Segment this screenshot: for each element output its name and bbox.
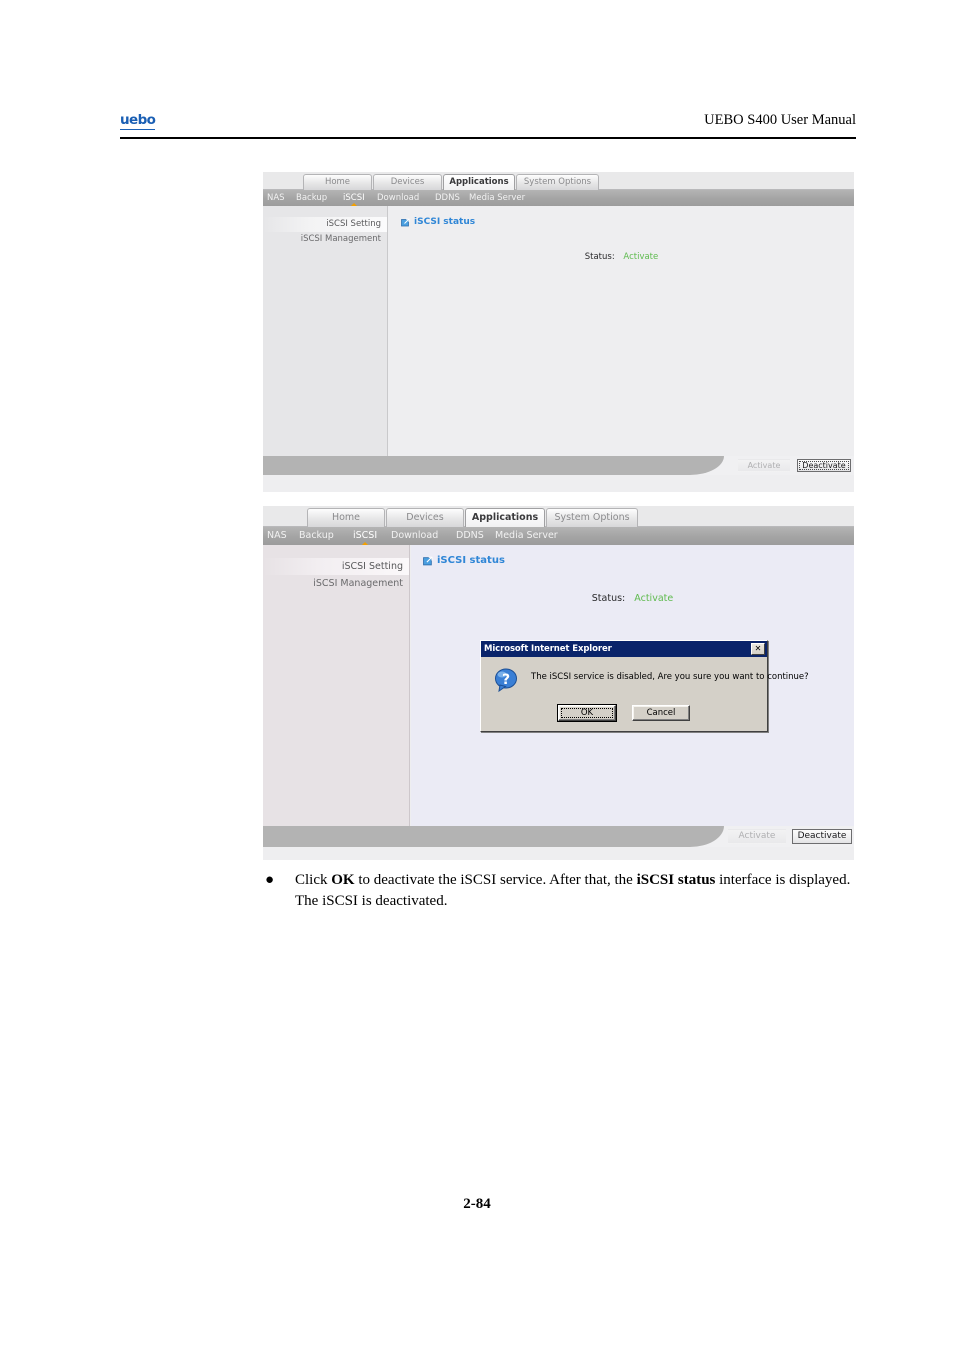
text-bold-ok: OK	[331, 872, 355, 888]
subnav-item-ddns[interactable]: DDNS	[435, 190, 460, 206]
footer-swoosh-decoration	[263, 826, 724, 847]
tab-home[interactable]: Home	[307, 508, 385, 527]
text-part-2: to deactivate the iSCSI service. After t…	[354, 872, 637, 888]
activate-button[interactable]: Activate	[738, 459, 790, 472]
shortcut-link-icon	[423, 551, 433, 570]
subnav-item-iscsi[interactable]: iSCSI	[343, 190, 365, 206]
bottom-subnav: NAS Backup iSCSI Download DDNS Media Ser…	[263, 527, 854, 545]
tab-applications[interactable]: Applications	[443, 174, 515, 190]
subnav-item-backup[interactable]: Backup	[296, 190, 327, 206]
footer-swoosh-decoration	[263, 456, 724, 475]
dialog-button-row: OK Cancel	[481, 701, 767, 731]
bottom-tabstrip: Home Devices Applications System Options	[263, 506, 854, 527]
sidebar-item-iscsi-setting[interactable]: iSCSI Setting	[263, 217, 387, 232]
content-title-text: iSCSI status	[414, 216, 476, 227]
subnav-item-iscsi[interactable]: iSCSI	[353, 527, 377, 545]
subnav-item-nas[interactable]: NAS	[267, 190, 285, 206]
top-content-heading: iSCSI status	[401, 212, 475, 231]
question-mark-icon: ?	[493, 667, 519, 697]
instruction-bullet: ● Click OK to deactivate the iSCSI servi…	[265, 870, 855, 912]
sidebar-item-iscsi-management[interactable]: iSCSI Management	[263, 575, 409, 592]
bottom-content-heading: iSCSI status	[423, 551, 505, 570]
dialog-ok-button[interactable]: OK	[557, 704, 617, 722]
subnav-item-backup[interactable]: Backup	[299, 527, 334, 545]
top-content-pane: iSCSI status Status: Activate	[389, 206, 854, 456]
bottom-footer: Activate Deactivate	[263, 826, 854, 847]
subnav-item-media-server[interactable]: Media Server	[495, 527, 558, 545]
ie-confirm-dialog: Microsoft Internet Explorer ✕ ? The iSCS…	[480, 640, 809, 732]
deactivate-button[interactable]: Deactivate	[797, 459, 851, 472]
top-footer: Activate Deactivate	[263, 456, 854, 475]
deactivate-button[interactable]: Deactivate	[792, 829, 852, 844]
top-sidebar: iSCSI Setting iSCSI Management	[263, 206, 388, 456]
tab-devices[interactable]: Devices	[386, 508, 464, 527]
tab-system-options[interactable]: System Options	[546, 508, 638, 527]
tab-devices[interactable]: Devices	[373, 174, 442, 190]
tab-applications[interactable]: Applications	[465, 508, 545, 527]
text-part-1: Click	[295, 872, 332, 888]
tab-home[interactable]: Home	[303, 174, 372, 190]
svg-text:?: ?	[502, 672, 510, 688]
bottom-status-row: Status: Activate	[411, 593, 854, 604]
close-icon[interactable]: ✕	[751, 643, 765, 655]
manual-title: UEBO S400 User Manual	[704, 112, 856, 128]
shortcut-link-icon	[401, 212, 410, 231]
top-body: iSCSI Setting iSCSI Management iSCSI sta…	[263, 206, 854, 456]
content-title-text: iSCSI status	[437, 555, 505, 566]
status-value: Activate	[623, 252, 659, 262]
tab-system-options[interactable]: System Options	[516, 174, 599, 190]
bullet-glyph: ●	[265, 872, 275, 888]
top-subnav: NAS Backup iSCSI Download DDNS Media Ser…	[263, 190, 854, 206]
header-divider	[120, 137, 856, 139]
bottom-sidebar: iSCSI Setting iSCSI Management	[263, 545, 410, 826]
screenshot-iscsi-status-top: Home Devices Applications System Options…	[263, 172, 854, 492]
subnav-item-media-server[interactable]: Media Server	[469, 190, 525, 206]
subnav-item-download[interactable]: Download	[377, 190, 419, 206]
activate-button[interactable]: Activate	[728, 829, 786, 844]
subnav-item-ddns[interactable]: DDNS	[456, 527, 484, 545]
instruction-text: Click OK to deactivate the iSCSI service…	[295, 870, 855, 912]
status-label: Status:	[584, 252, 615, 262]
dialog-message: The iSCSI service is disabled, Are you s…	[531, 672, 809, 682]
sidebar-item-iscsi-setting[interactable]: iSCSI Setting	[263, 558, 409, 575]
dialog-cancel-button[interactable]: Cancel	[632, 705, 690, 721]
uebo-logo: uebo	[120, 112, 156, 130]
top-status-row: Status: Activate	[389, 252, 854, 262]
status-value: Activate	[634, 593, 674, 604]
subnav-item-nas[interactable]: NAS	[267, 527, 287, 545]
sidebar-item-iscsi-management[interactable]: iSCSI Management	[263, 232, 387, 247]
top-tabstrip: Home Devices Applications System Options	[263, 172, 854, 190]
status-label: Status:	[591, 593, 626, 604]
text-bold-iscsi-status: iSCSI status	[636, 872, 716, 888]
dialog-body: ? The iSCSI service is disabled, Are you…	[481, 657, 809, 701]
dialog-title: Microsoft Internet Explorer	[484, 644, 612, 654]
dialog-titlebar[interactable]: Microsoft Internet Explorer ✕	[481, 641, 767, 657]
page-number: 2-84	[463, 1196, 491, 1212]
subnav-item-download[interactable]: Download	[391, 527, 438, 545]
document-header: uebo UEBO S400 User Manual	[120, 112, 856, 138]
